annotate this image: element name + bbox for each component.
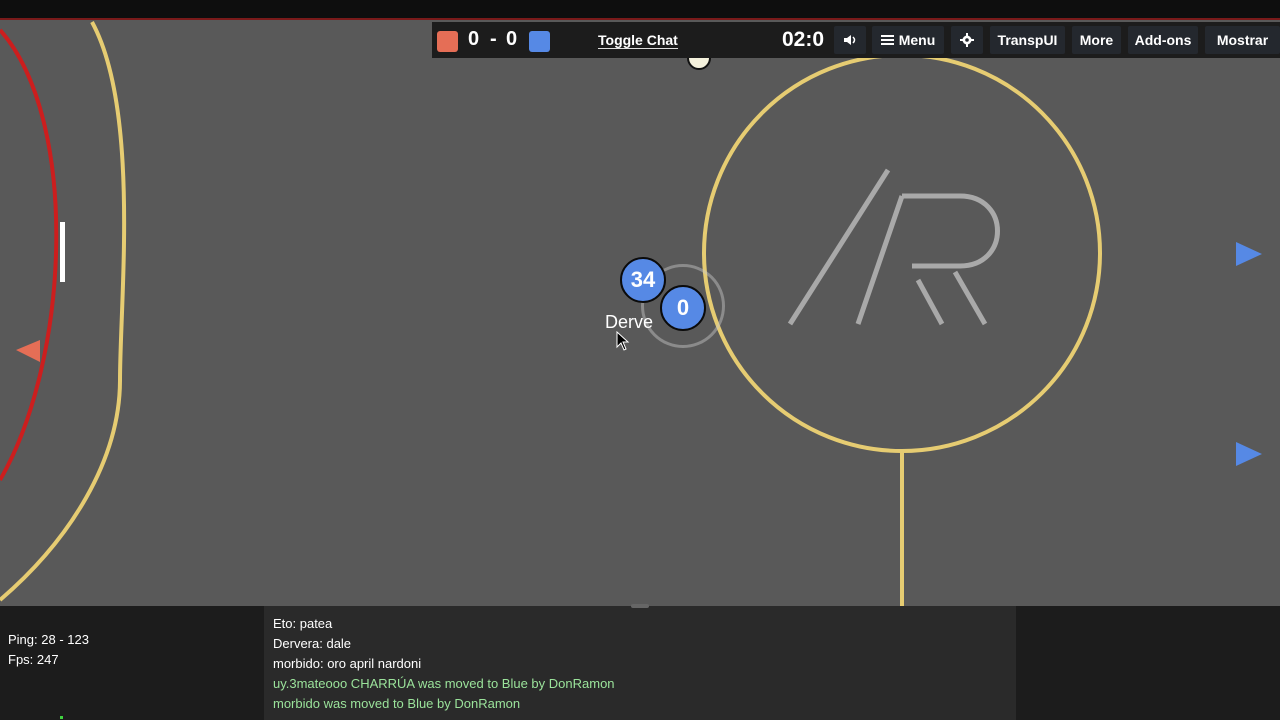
goal-post xyxy=(60,222,65,282)
chat-message: Dervera: dale xyxy=(273,636,352,651)
match-timer: 02:0 xyxy=(782,28,825,51)
player-name-label: Derve xyxy=(605,312,654,332)
transpui-button[interactable]: TranspUI xyxy=(990,26,1065,54)
score-red: 0 xyxy=(468,28,480,50)
settings-button[interactable] xyxy=(951,26,983,54)
addons-button[interactable]: Add-ons xyxy=(1128,26,1198,54)
top-hud: 0 - 0 Toggle Chat 02:0 Menu TranspUI Mor… xyxy=(432,22,1280,58)
status-dot xyxy=(60,716,63,719)
chat-notice: morbido was moved to Blue by DonRamon xyxy=(273,696,521,711)
chat-message: Eto: patea xyxy=(273,616,333,631)
player-0: 0 xyxy=(660,285,706,331)
center-logo xyxy=(787,168,1000,326)
chat-log[interactable]: Eto: patea Dervera: dale morbido: oro ap… xyxy=(264,606,1016,720)
cursor-icon xyxy=(616,331,630,351)
network-stats: Ping: 28 - 123 Fps: 247 xyxy=(8,630,89,670)
speaker-icon xyxy=(844,35,856,45)
mostrar-button[interactable]: Mostrar xyxy=(1205,26,1280,54)
chat-resize-handle[interactable] xyxy=(631,604,649,608)
toggle-chat-button[interactable]: Toggle Chat xyxy=(598,32,678,49)
fps-readout: Fps: 247 xyxy=(8,652,59,667)
score-separator: - xyxy=(490,28,497,50)
menu-button[interactable]: Menu xyxy=(872,26,944,54)
ping-readout: Ping: 28 - 123 xyxy=(8,632,89,647)
player-number: 0 xyxy=(676,295,690,320)
red-offscreen-arrow xyxy=(16,340,40,362)
chat-notice: uy.3mateooo CHARRÚA was moved to Blue by… xyxy=(273,676,615,691)
center-circle xyxy=(702,53,1102,453)
sound-button[interactable] xyxy=(834,26,866,54)
more-button[interactable]: More xyxy=(1072,26,1121,54)
bottom-panel: Ping: 28 - 123 Fps: 247 Eto: patea Derve… xyxy=(0,606,1280,720)
left-goal-line xyxy=(0,28,59,482)
chat-message: morbido: oro april nardoni xyxy=(273,656,422,671)
menu-label: Menu xyxy=(898,32,936,48)
left-area-line xyxy=(0,21,127,602)
score-blue: 0 xyxy=(506,28,518,50)
gear-icon xyxy=(960,33,974,47)
blue-team-icon xyxy=(529,31,550,52)
red-team-icon xyxy=(437,31,458,52)
blue-offscreen-arrow-1 xyxy=(1236,242,1262,266)
blue-offscreen-arrow-2 xyxy=(1236,442,1262,466)
player-34: 34 xyxy=(620,257,666,303)
player-number: 34 xyxy=(630,267,656,292)
hamburger-icon xyxy=(880,35,894,45)
top-bar-strip xyxy=(0,0,1280,18)
